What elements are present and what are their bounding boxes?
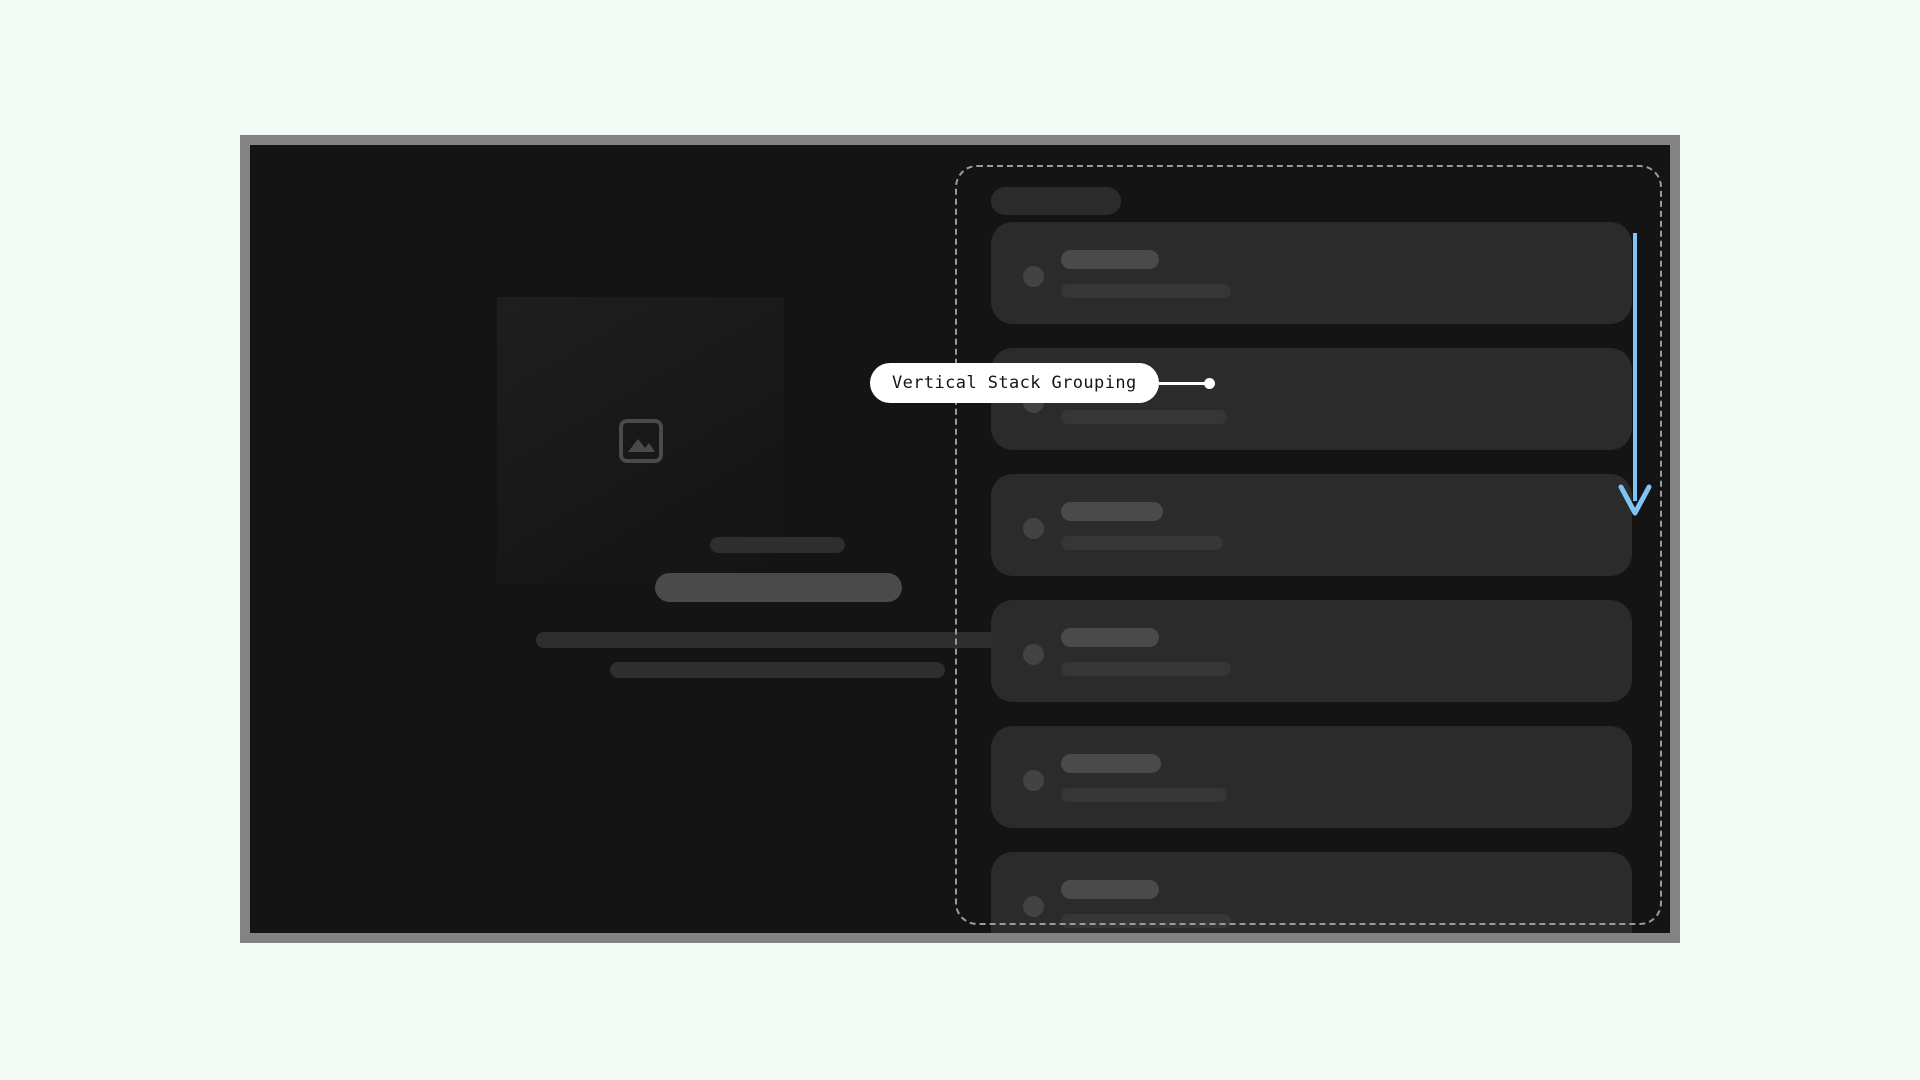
card-stack: [955, 222, 1670, 933]
card-avatar: [1023, 266, 1044, 287]
eyebrow-bar: [710, 537, 845, 553]
card-secondary-line: [1061, 284, 1231, 298]
callout-annotation: Vertical Stack Grouping: [870, 361, 1215, 405]
body-bar-2: [610, 662, 945, 678]
app-window-frame: Vertical Stack Grouping: [240, 135, 1680, 943]
card-secondary-line: [1061, 662, 1231, 676]
vertical-stack-list-panel[interactable]: [955, 145, 1670, 933]
card-primary-line: [1061, 502, 1163, 521]
callout-label: Vertical Stack Grouping: [870, 363, 1159, 403]
callout-anchor-dot: [1203, 377, 1215, 389]
title-bar: [655, 573, 902, 602]
card-primary-line: [1061, 754, 1161, 773]
card-secondary-line: [1061, 536, 1223, 550]
stack-card[interactable]: [991, 852, 1632, 933]
card-avatar: [1023, 518, 1044, 539]
stack-card[interactable]: [991, 726, 1632, 828]
card-secondary-line: [1061, 788, 1227, 802]
card-avatar: [1023, 896, 1044, 917]
body-bar-1: [536, 632, 1019, 648]
card-primary-line: [1061, 628, 1159, 647]
stack-card[interactable]: [991, 600, 1632, 702]
detail-panel: [250, 145, 1019, 933]
list-header-chip: [991, 187, 1121, 215]
card-avatar: [1023, 770, 1044, 791]
card-avatar: [1023, 644, 1044, 665]
stack-card[interactable]: [991, 222, 1632, 324]
card-primary-line: [1061, 880, 1159, 899]
stack-card[interactable]: [991, 474, 1632, 576]
card-secondary-line: [1061, 410, 1227, 424]
window-canvas: Vertical Stack Grouping: [250, 145, 1670, 933]
image-placeholder-icon: [618, 418, 663, 463]
callout-leader-line: [1158, 381, 1205, 385]
card-secondary-line: [1061, 914, 1231, 928]
card-primary-line: [1061, 250, 1159, 269]
